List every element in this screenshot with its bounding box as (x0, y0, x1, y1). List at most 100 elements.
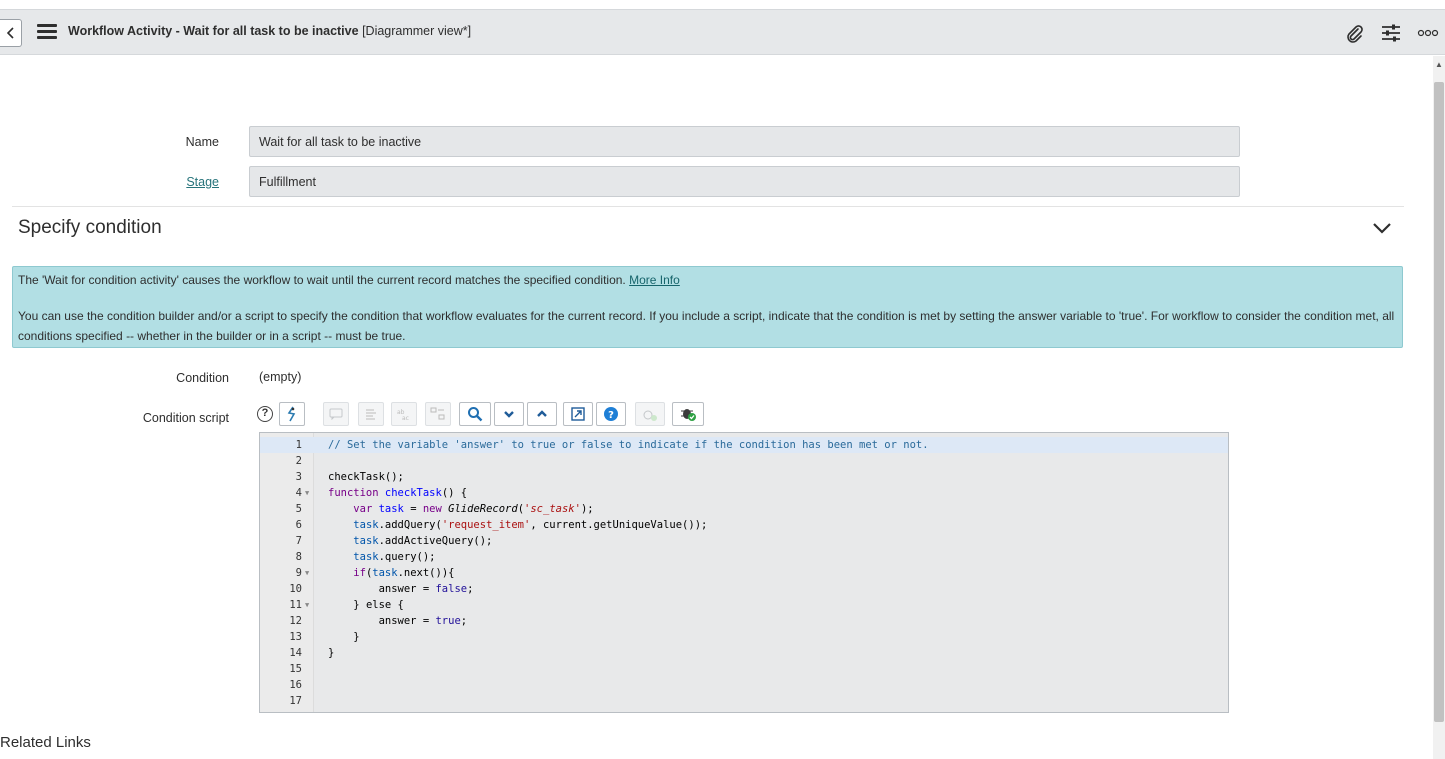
script-include-button[interactable] (279, 402, 305, 426)
svg-text:?: ? (608, 410, 614, 421)
section-title: Specify condition (18, 217, 162, 238)
fold-arrow-icon[interactable]: ▼ (305, 565, 309, 581)
back-button[interactable] (0, 19, 22, 47)
chevron-down-icon (504, 411, 514, 418)
collapse-section-button[interactable] (1370, 218, 1394, 238)
find-next-button[interactable] (494, 402, 524, 426)
comment-icon (329, 408, 343, 420)
code-token: } (328, 647, 335, 659)
code-line[interactable]: 1 // Set the variable 'answer' to true or… (260, 437, 1228, 453)
code-line[interactable]: 3 checkTask(); (260, 469, 1228, 485)
replace-all-button[interactable] (425, 402, 451, 426)
replace-button[interactable]: ab ac (391, 402, 417, 426)
line-number: 3 (295, 471, 302, 483)
format-button[interactable] (358, 402, 384, 426)
code-token: , current.getUniqueValue()); (530, 519, 708, 531)
code-text: answer = true; (328, 613, 468, 629)
code-token: ; (467, 583, 474, 595)
code-token: function (328, 487, 379, 499)
code-token: checkTask (384, 487, 442, 499)
attachment-icon[interactable] (1342, 21, 1366, 45)
scroll-up-arrow-icon[interactable]: ▲ (1433, 60, 1445, 70)
line-number: 11 (289, 599, 302, 611)
info-text-2: You can use the condition builder and/or… (18, 309, 1395, 343)
code-token: } else { (353, 599, 404, 611)
code-line[interactable]: 10 answer = false; (260, 581, 1228, 597)
replace-all-icon (430, 407, 445, 420)
code-token: GlideRecord (448, 503, 518, 515)
code-token: task (353, 519, 379, 531)
debug-disabled-icon (643, 410, 657, 421)
line-number: 2 (295, 455, 302, 467)
code-line[interactable]: 8 task.query(); (260, 549, 1228, 565)
code-line[interactable]: 2 (260, 453, 1228, 469)
more-options-icon[interactable] (1416, 21, 1440, 45)
debug-disabled-button[interactable] (635, 402, 665, 426)
format-icon (366, 409, 376, 420)
menu-icon[interactable] (37, 24, 57, 40)
code-token: = (403, 503, 423, 515)
code-line[interactable]: 17 (260, 693, 1228, 709)
code-line[interactable]: 6 task.addQuery('request_item', current.… (260, 517, 1228, 533)
code-line[interactable]: 13 } (260, 629, 1228, 645)
code-token: task (372, 567, 398, 579)
code-line[interactable]: 4 ▼ function checkTask() { (260, 485, 1228, 501)
line-number: 10 (289, 583, 302, 595)
settings-sliders-icon[interactable] (1379, 21, 1403, 45)
fold-arrow-icon[interactable]: ▼ (305, 485, 309, 501)
line-number: 5 (295, 503, 302, 515)
fullscreen-icon (571, 407, 585, 421)
page-title: Workflow Activity - Wait for all task to… (68, 24, 471, 38)
code-token: var (353, 503, 373, 515)
line-number: 13 (289, 631, 302, 643)
info-text-1: The 'Wait for condition activity' causes… (18, 273, 626, 287)
code-text: task.addQuery('request_item', current.ge… (328, 517, 707, 533)
code-line[interactable]: 16 (260, 677, 1228, 693)
script-include-icon (287, 406, 296, 422)
line-number: 12 (289, 615, 302, 627)
code-line[interactable]: 15 (260, 661, 1228, 677)
code-token: .next()){ (397, 567, 455, 579)
section-divider (12, 206, 1404, 207)
form-header: Workflow Activity - Wait for all task to… (0, 9, 1445, 55)
title-view: [Diagrammer view*] (362, 24, 472, 38)
vertical-scrollbar[interactable]: ▲ (1433, 56, 1445, 759)
debug-button[interactable] (672, 402, 704, 426)
scroll-thumb[interactable] (1434, 82, 1444, 722)
code-line[interactable]: 5 var task = new GlideRecord('sc_task'); (260, 501, 1228, 517)
code-line[interactable]: 12 answer = true; (260, 613, 1228, 629)
code-line[interactable]: 7 task.addActiveQuery(); (260, 533, 1228, 549)
line-number: 17 (289, 695, 302, 707)
code-line[interactable]: 14} (260, 645, 1228, 661)
comment-button[interactable] (323, 402, 349, 426)
code-text: answer = false; (328, 581, 474, 597)
code-editor[interactable]: 1 // Set the variable 'answer' to true or… (259, 432, 1229, 713)
stage-field[interactable] (249, 166, 1240, 197)
code-token: .query(); (378, 551, 436, 563)
code-token: task (353, 535, 379, 547)
line-number: 14 (289, 647, 302, 659)
code-line[interactable]: 9 ▼ if(task.next()){ (260, 565, 1228, 581)
fold-arrow-icon[interactable]: ▼ (305, 597, 309, 613)
code-token: () { (441, 487, 468, 499)
name-field[interactable] (249, 126, 1240, 157)
line-number: 7 (295, 535, 302, 547)
stage-link[interactable]: Stage (186, 175, 219, 189)
field-help-icon[interactable]: ? (257, 406, 273, 422)
search-button[interactable] (459, 402, 491, 426)
title-main: Workflow Activity - Wait for all task to… (68, 24, 359, 38)
code-line[interactable]: 11 ▼ } else { (260, 597, 1228, 613)
code-token: 'request_item' (441, 519, 531, 531)
line-number: 8 (295, 551, 302, 563)
code-text: if(task.next()){ (328, 565, 454, 581)
help-button[interactable]: ? (596, 402, 626, 426)
code-token: ; (460, 615, 468, 627)
fullscreen-button[interactable] (563, 402, 593, 426)
condition-value[interactable]: (empty) (259, 370, 301, 384)
more-info-link[interactable]: More Info (629, 273, 680, 287)
find-previous-button[interactable] (527, 402, 557, 426)
